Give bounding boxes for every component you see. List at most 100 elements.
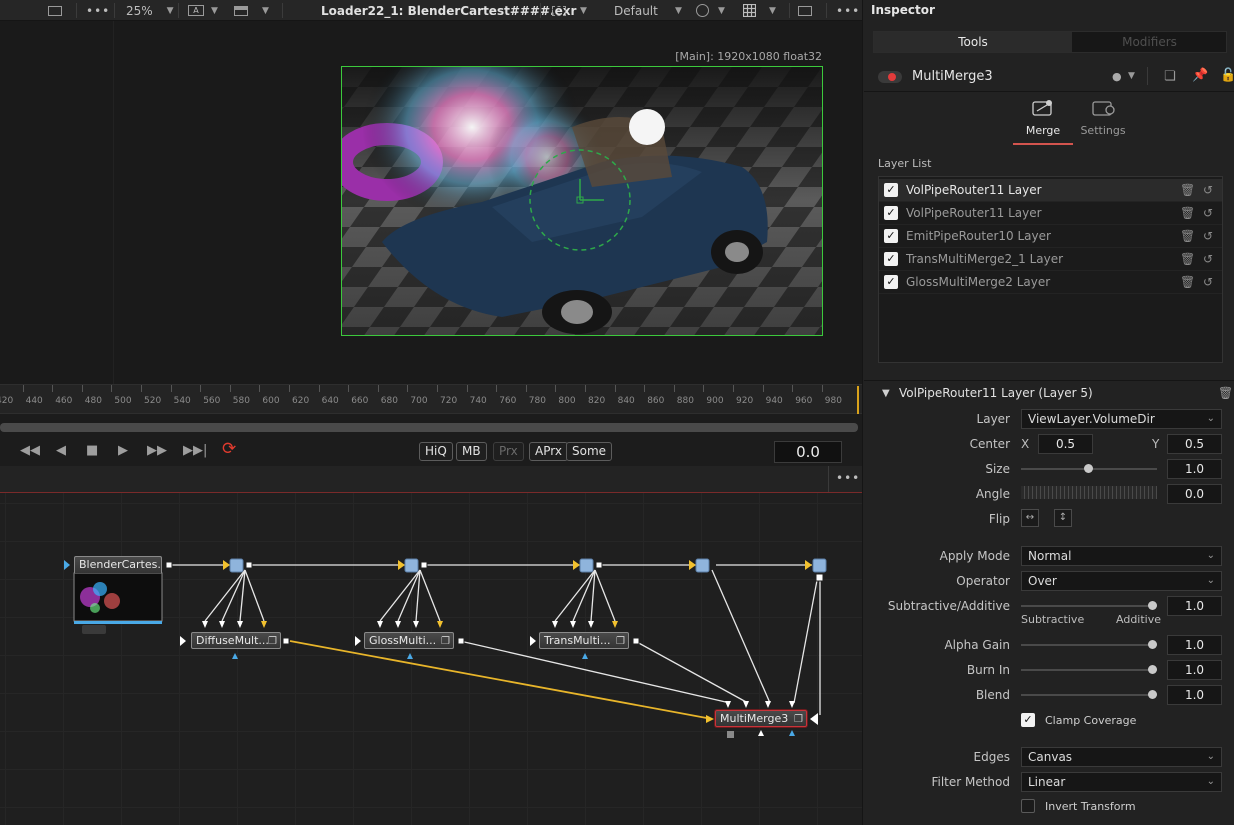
pin-icon[interactable]: 📌 xyxy=(1192,68,1208,83)
motion-blur-button[interactable]: MB xyxy=(456,442,487,461)
node-diffuse-multimerge[interactable]: DiffuseMult... ❐ xyxy=(191,632,281,649)
clamp-coverage-checkbox[interactable]: ✓ xyxy=(1021,713,1035,727)
versions-icon[interactable]: ❏ xyxy=(1164,69,1176,84)
stop-icon[interactable]: ■ xyxy=(86,443,98,458)
operator-dropdown[interactable]: Over ⌄ xyxy=(1021,571,1222,591)
tool-color-icon[interactable]: ● xyxy=(1112,70,1122,83)
flip-horizontal-icon[interactable]: ↔ xyxy=(1021,509,1039,527)
time-ruler[interactable]: 420 440 460 480 500 520 540 560 580 600 620 640 660 6… xyxy=(0,384,862,414)
node-gloss-multimerge[interactable]: GlossMulti... ❐ xyxy=(364,632,454,649)
trash-icon[interactable]: 🗑 xyxy=(1180,275,1195,289)
layer-row[interactable]: ✓ GlossMultiMerge2 Layer 🗑 ↺ xyxy=(879,271,1222,294)
lut-dropdown[interactable]: Default xyxy=(614,0,658,21)
playhead[interactable] xyxy=(857,386,859,414)
proxy-button[interactable]: Prx xyxy=(493,442,524,461)
center-x-field[interactable]: 0.5 xyxy=(1038,434,1093,454)
blend-field[interactable]: 1.0 xyxy=(1167,685,1222,705)
trash-icon[interactable]: 🗑 xyxy=(1180,206,1195,220)
layer-row[interactable]: ✓ EmitPipeRouter10 Layer 🗑 ↺ xyxy=(879,225,1222,248)
grid-icon[interactable] xyxy=(743,0,756,21)
trash-icon[interactable]: 🗑 xyxy=(1180,229,1195,243)
channel-chevron-icon[interactable]: ▼ xyxy=(211,0,218,21)
tab-modifiers[interactable]: Modifiers xyxy=(1072,32,1227,52)
viewer-more-button[interactable]: ••• xyxy=(86,0,110,21)
filter-method-dropdown[interactable]: Linear ⌄ xyxy=(1021,772,1222,792)
color-wheel-icon[interactable] xyxy=(696,0,709,21)
play-icon[interactable]: ▶ xyxy=(118,443,128,458)
go-to-start-icon[interactable]: ◀◀ xyxy=(20,443,40,458)
center-y-field[interactable]: 0.5 xyxy=(1167,434,1222,454)
burn-in-slider[interactable] xyxy=(1021,665,1157,674)
blend-slider[interactable] xyxy=(1021,690,1157,699)
alpha-gain-slider[interactable] xyxy=(1021,640,1157,649)
reset-icon[interactable]: ↺ xyxy=(1203,275,1213,289)
color-chevron-icon[interactable]: ▼ xyxy=(718,0,725,21)
collapse-chevron-icon[interactable]: ▼ xyxy=(882,388,890,399)
tool-color-chevron-icon[interactable]: ▼ xyxy=(1128,71,1135,81)
timeline-scrollbar[interactable] xyxy=(0,423,858,432)
delete-layer-icon[interactable]: 🗑 xyxy=(1218,386,1233,400)
node-loader[interactable]: BlenderCartes... xyxy=(74,556,162,573)
zoom-dropdown[interactable]: 25% ▼ xyxy=(126,0,174,21)
reset-icon[interactable]: ↺ xyxy=(1203,183,1213,197)
selective-update-button[interactable]: Some xyxy=(566,442,613,461)
reset-icon[interactable]: ↺ xyxy=(1203,229,1213,243)
layer-dropdown[interactable]: ViewLayer.VolumeDir ⌄ xyxy=(1021,409,1222,429)
trash-icon[interactable]: 🗑 xyxy=(1180,252,1195,266)
invert-transform-checkbox[interactable] xyxy=(1021,799,1035,813)
viewer-layout-icon[interactable] xyxy=(48,0,62,21)
subtractive-additive-field[interactable]: 1.0 xyxy=(1167,596,1222,616)
go-to-end-icon[interactable]: ▶▶| xyxy=(183,443,207,458)
slider-knob[interactable] xyxy=(1148,640,1157,649)
layer-section-header[interactable]: ▼ VolPipeRouter11 Layer (Layer 5) 🗑 xyxy=(864,380,1234,404)
slider-knob[interactable] xyxy=(1148,690,1157,699)
tab-settings[interactable]: Settings xyxy=(1073,93,1133,145)
layer-visible-checkbox[interactable]: ✓ xyxy=(884,183,898,197)
viewer-options-icon[interactable] xyxy=(552,0,566,21)
roi-icon[interactable] xyxy=(234,0,248,21)
node-multimerge3[interactable]: MultiMerge3 ❐ xyxy=(715,710,807,727)
tab-tools[interactable]: Tools xyxy=(874,32,1072,52)
viewer-options-chevron-icon[interactable]: ▼ xyxy=(580,0,587,21)
auto-proxy-button[interactable]: APrx xyxy=(529,442,568,461)
size-field[interactable]: 1.0 xyxy=(1167,459,1222,479)
alpha-channel-icon[interactable]: A xyxy=(188,0,204,21)
subtractive-additive-slider[interactable] xyxy=(1021,601,1157,610)
burn-in-field[interactable]: 1.0 xyxy=(1167,660,1222,680)
angle-thumbwheel[interactable] xyxy=(1021,486,1157,499)
slider-knob[interactable] xyxy=(1148,665,1157,674)
tab-merge[interactable]: Merge xyxy=(1013,93,1073,145)
layer-row[interactable]: ✓ VolPipeRouter11 Layer 🗑 ↺ xyxy=(879,202,1222,225)
layer-row[interactable]: ✓ TransMultiMerge2_1 Layer 🗑 ↺ xyxy=(879,248,1222,271)
lock-icon[interactable]: 🔓 xyxy=(1220,68,1234,83)
layer-visible-checkbox[interactable]: ✓ xyxy=(884,229,898,243)
flip-vertical-icon[interactable]: ↕ xyxy=(1054,509,1072,527)
slider-knob[interactable] xyxy=(1148,601,1157,610)
node-trans-multimerge[interactable]: TransMulti... ❐ xyxy=(539,632,629,649)
tool-enable-toggle[interactable] xyxy=(878,71,902,83)
layer-row[interactable]: ✓ VolPipeRouter11 Layer 🗑 ↺ xyxy=(879,179,1222,202)
apply-mode-dropdown[interactable]: Normal ⌄ xyxy=(1021,546,1222,566)
alpha-gain-field[interactable]: 1.0 xyxy=(1167,635,1222,655)
loop-icon[interactable]: ⟳ xyxy=(222,439,236,459)
hiq-button[interactable]: HiQ xyxy=(419,442,453,461)
reset-icon[interactable]: ↺ xyxy=(1203,206,1213,220)
current-time-field[interactable]: 0.0 xyxy=(774,441,842,463)
trash-icon[interactable]: 🗑 xyxy=(1180,183,1195,197)
layer-visible-checkbox[interactable]: ✓ xyxy=(884,252,898,266)
edges-dropdown[interactable]: Canvas ⌄ xyxy=(1021,747,1222,767)
node-editor-more-button[interactable]: ••• xyxy=(836,471,860,485)
angle-field[interactable]: 0.0 xyxy=(1167,484,1222,504)
viewer-layout-icon-right[interactable] xyxy=(798,0,812,21)
step-forward-icon[interactable]: ▶▶ xyxy=(147,443,167,458)
layer-list[interactable]: ✓ VolPipeRouter11 Layer 🗑 ↺ ✓ VolPipeRou… xyxy=(878,176,1223,363)
viewer-image[interactable] xyxy=(341,66,823,336)
layer-visible-checkbox[interactable]: ✓ xyxy=(884,206,898,220)
reset-icon[interactable]: ↺ xyxy=(1203,252,1213,266)
size-slider[interactable] xyxy=(1021,464,1157,473)
lut-chevron-icon[interactable]: ▼ xyxy=(675,0,682,21)
layer-visible-checkbox[interactable]: ✓ xyxy=(884,275,898,289)
step-back-icon[interactable]: ◀ xyxy=(56,443,66,458)
viewer-more-button-right[interactable]: ••• xyxy=(836,0,860,21)
roi-chevron-icon[interactable]: ▼ xyxy=(262,0,269,21)
